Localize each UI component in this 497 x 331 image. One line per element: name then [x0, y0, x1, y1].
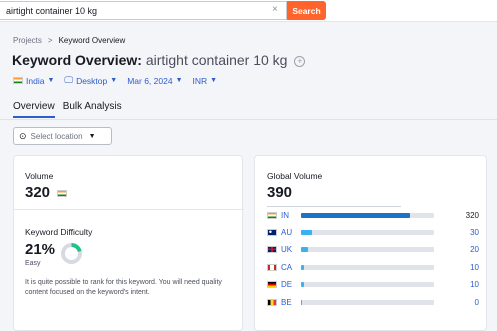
chevron-down-icon: ▼ [110, 77, 118, 84]
volume-label: Volume [25, 171, 54, 181]
chevron-down-icon: ▼ [210, 77, 218, 84]
volume-bar-fill [301, 282, 304, 288]
page-title-prefix: Keyword Overview: [12, 52, 142, 68]
breadcrumb-projects[interactable]: Projects [13, 36, 42, 45]
in-flag-icon [267, 211, 277, 219]
chevron-down-icon: ▼ [47, 77, 55, 84]
de-flag-icon [267, 281, 277, 289]
difficulty-value: 21% [25, 241, 56, 258]
difficulty-level: Easy [25, 260, 41, 267]
tab-overview[interactable]: Overview [13, 101, 55, 118]
country-volume-value: 20 [470, 245, 479, 255]
page-title-keyword: airtight container 10 kg [145, 52, 288, 68]
date-filter[interactable]: Mar 6, 2024 ▼ [127, 76, 182, 86]
breadcrumb-separator: > [47, 36, 53, 45]
country-volume-value: 320 [465, 210, 479, 220]
country-row-ca[interactable]: CA 10 [267, 261, 479, 273]
volume-bar-track [301, 299, 434, 305]
difficulty-donut [61, 243, 82, 264]
breadcrumb-current: Keyword Overview [58, 36, 126, 45]
volume-bar-fill [301, 212, 411, 218]
search-button[interactable]: Search [287, 1, 326, 20]
au-flag-icon [267, 228, 277, 236]
volume-bar-fill [301, 229, 312, 235]
country-volume-value: 10 [470, 262, 479, 272]
card-divider [14, 209, 244, 210]
india-flag-icon [57, 190, 67, 197]
tab-bar: Overview Bulk Analysis [13, 101, 122, 118]
ca-flag-icon [267, 263, 277, 271]
device-filter[interactable]: 🖵 Desktop ▼ [64, 75, 117, 86]
clear-icon[interactable]: × [272, 4, 278, 16]
country-row-au[interactable]: AU 30 [267, 226, 479, 238]
search-input[interactable] [0, 1, 287, 20]
location-select-label: Select location [30, 131, 83, 141]
volume-value: 320 [25, 184, 51, 201]
global-volume-label: Global Volume [267, 171, 323, 181]
breadcrumb: Projects > Keyword Overview [13, 36, 125, 45]
location-select[interactable]: ⊙ Select location ▼ [13, 127, 112, 145]
chevron-down-icon: ▼ [175, 77, 183, 84]
device-filter-label: Desktop [76, 75, 108, 86]
chevron-down-icon: ▼ [88, 132, 96, 140]
volume-bar-track [301, 247, 434, 253]
global-volume-card: Global Volume 390 IN 320 AU 30 UK 20 CA 10 DE 10 B… [254, 155, 487, 331]
volume-bar-track [301, 282, 434, 288]
country-row-in[interactable]: IN 320 [267, 209, 479, 221]
country-filter-label: India [26, 75, 45, 86]
volume-bar-fill [301, 264, 304, 270]
date-filter-label: Mar 6, 2024 [127, 75, 173, 86]
location-pin-icon: ⊙ [19, 130, 27, 141]
filter-bar: India ▼ 🖵 Desktop ▼ Mar 6, 2024 ▼ INR ▼ [13, 75, 217, 86]
volume-difficulty-card: Volume 320 Keyword Difficulty 21% Easy I… [13, 155, 244, 331]
add-keyword-icon[interactable]: + [294, 56, 306, 67]
country-volume-value: 10 [470, 280, 479, 290]
country-volume-value: 30 [470, 227, 479, 237]
be-flag-icon [267, 298, 277, 306]
country-row-be[interactable]: BE 0 [267, 296, 479, 308]
country-volume-value: 0 [474, 297, 479, 307]
difficulty-label: Keyword Difficulty [25, 227, 93, 237]
tab-bulk-analysis[interactable]: Bulk Analysis [63, 101, 122, 118]
page-title: Keyword Overview: airtight container 10 … [12, 52, 306, 68]
uk-flag-icon [267, 246, 277, 254]
country-filter[interactable]: India ▼ [13, 76, 54, 86]
volume-bar-track [301, 212, 434, 218]
difficulty-description: It is quite possible to rank for this ke… [25, 279, 222, 296]
country-row-uk[interactable]: UK 20 [267, 244, 479, 256]
global-volume-value: 390 [267, 184, 293, 201]
top-search-bar: × Search [0, 0, 497, 22]
volume-bar-track [301, 229, 434, 235]
country-row-de[interactable]: DE 10 [267, 279, 479, 291]
volume-bar-fill [301, 247, 308, 253]
global-volume-divider [267, 206, 401, 207]
currency-filter-label: INR [192, 75, 208, 86]
currency-filter[interactable]: INR ▼ [193, 76, 218, 86]
volume-bar-fill [301, 299, 303, 305]
desktop-icon: 🖵 [64, 75, 74, 85]
tabs-divider [0, 119, 497, 120]
volume-bar-track [301, 264, 434, 270]
india-flag-icon [13, 77, 23, 84]
